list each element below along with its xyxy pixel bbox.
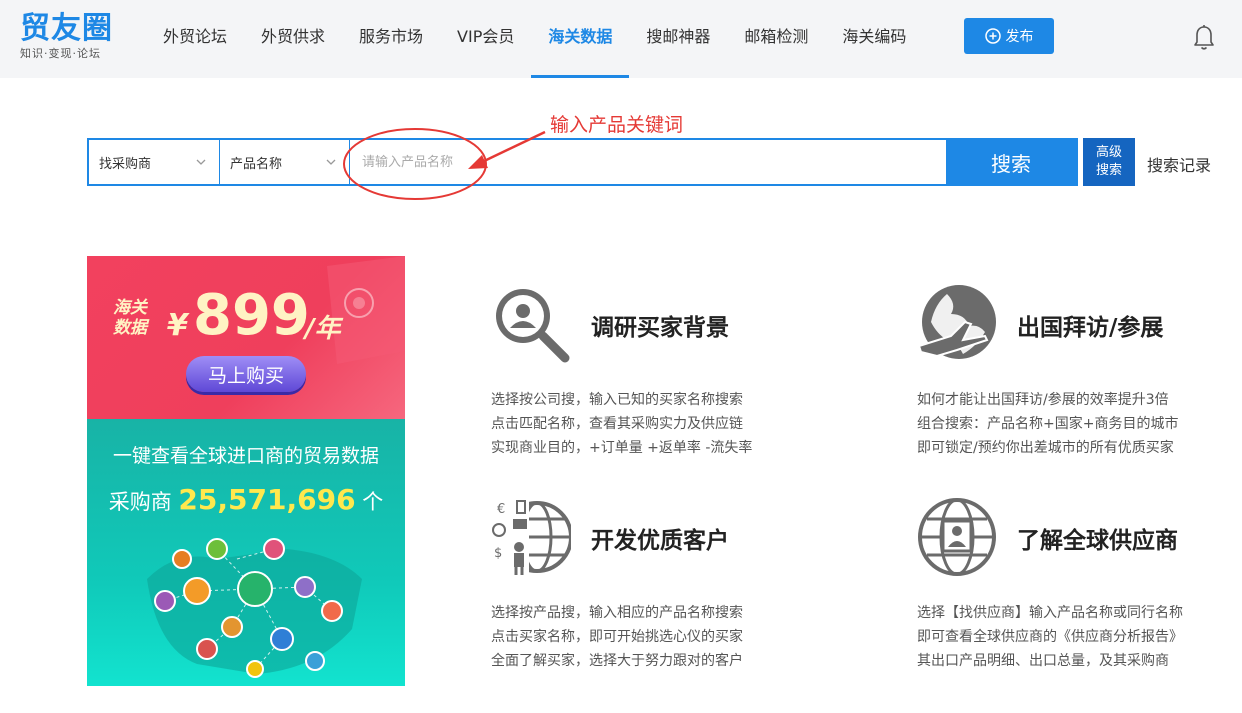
feature-description: 选择按产品搜，输入相应的产品名称搜索 点击买家名称，即可开始挑选心仪的买家 全面… [491, 601, 811, 673]
chevron-down-icon [196, 159, 206, 165]
logo-slogan: 知识·变现·论坛 [20, 47, 101, 60]
publish-label: 发布 [1005, 29, 1034, 45]
buyers-prefix: 采购商 [108, 490, 172, 514]
feature-description: 如何才能让出国拜访/参展的效率提升3倍 组合搜索：产品名称+国家+商务目的城市 … [917, 388, 1237, 460]
site-logo[interactable]: 贸友圈 知识·变现·论坛 [20, 12, 113, 62]
feature-desc-line: 选择按产品搜，输入相应的产品名称搜索 [491, 605, 743, 621]
nav-item-email-checker[interactable]: 邮箱检测 [727, 0, 825, 78]
nav-item-email-finder[interactable]: 搜邮神器 [629, 0, 727, 78]
banner-currency: ¥ [167, 308, 188, 343]
search-field-value: 产品名称 [230, 156, 283, 172]
globe-plane-icon [917, 285, 996, 359]
advanced-label-line1: 高级 [1095, 145, 1122, 160]
banner-stats-section: 一键查看全球进口商的贸易数据 采购商 25,571,696 个 [87, 419, 405, 686]
logo-title: 贸友圈 [20, 11, 113, 46]
feature-title: 开发优质客户 [591, 528, 729, 554]
top-navigation-bar: 贸友圈 知识·变现·论坛 外贸论坛 外贸供求 服务市场 VIP会员 海关数据 搜… [0, 0, 1242, 78]
feature-desc-line: 全面了解买家，选择大于努力跟对的客户 [491, 653, 743, 669]
publish-button[interactable]: 发布 [964, 18, 1054, 54]
nav-item-supply-demand[interactable]: 外贸供求 [244, 0, 342, 78]
feature-title: 调研买家背景 [591, 315, 729, 341]
nav-item-vip[interactable]: VIP会员 [440, 0, 531, 78]
main-nav: 外贸论坛 外贸供求 服务市场 VIP会员 海关数据 搜邮神器 邮箱检测 海关编码 [146, 0, 923, 78]
globe-commerce-icon: € $ [491, 497, 571, 577]
search-field-select[interactable]: 产品名称 [220, 140, 350, 184]
nav-item-forum[interactable]: 外贸论坛 [146, 0, 244, 78]
globe-supplier-icon [918, 498, 996, 576]
feature-desc-line: 点击买家名称，即可开始挑选心仪的买家 [491, 629, 743, 645]
buyers-count-row: 采购商 25,571,696 个 [87, 483, 405, 516]
feature-desc-line: 选择【找供应商】输入产品名称或同行名称 [917, 605, 1183, 621]
buyers-suffix: 个 [362, 490, 384, 514]
feature-desc-line: 如何才能让出国拜访/参展的效率提升3倍 [917, 392, 1169, 408]
social-network-illustration [147, 538, 362, 678]
svg-text:$: $ [494, 546, 502, 561]
svg-text:€: € [497, 502, 505, 517]
search-type-value: 找采购商 [99, 156, 152, 172]
feature-desc-line: 组合搜索：产品名称+国家+商务目的城市 [917, 416, 1179, 432]
plus-circle-icon [984, 28, 1001, 44]
banner-price: 899 [193, 283, 310, 348]
feature-desc-line: 即可查看全球供应商的《供应商分析报告》 [917, 629, 1183, 645]
banner-price-unit: /年 [305, 314, 341, 344]
advanced-search-button[interactable]: 高级 搜索 [1083, 138, 1135, 186]
feature-title: 出国拜访/参展 [1017, 315, 1164, 341]
nav-item-hs-code[interactable]: 海关编码 [825, 0, 923, 78]
feature-desc-line: 即可锁定/预约你出差城市的所有优质买家 [917, 440, 1174, 456]
buy-now-button[interactable]: 马上购买 [186, 356, 306, 392]
search-button[interactable]: 搜索 [946, 140, 1076, 184]
feature-desc-line: 其出口产品明细、出口总量，及其采购商 [917, 653, 1169, 669]
banner-tag: 海关 数据 [113, 298, 147, 338]
feature-desc-line: 点击匹配名称，查看其采购实力及供应链 [491, 416, 743, 432]
banner-tag-line2: 数据 [113, 318, 147, 338]
feature-desc-line: 实现商业目的，+订单量 +返单率 -流失率 [491, 440, 753, 456]
banner-tag-line1: 海关 [113, 298, 147, 318]
nav-item-customs-data[interactable]: 海关数据 [531, 0, 630, 78]
nav-item-service-market[interactable]: 服务市场 [342, 0, 440, 78]
feature-description: 选择按公司搜，输入已知的买家名称搜索 点击匹配名称，查看其采购实力及供应链 实现… [491, 388, 811, 460]
search-history-link[interactable]: 搜索记录 [1147, 152, 1211, 176]
banner-headline: 一键查看全球进口商的贸易数据 [112, 445, 379, 467]
annotation-label: 输入产品关键词 [550, 114, 684, 136]
magnifier-person-icon [496, 289, 570, 363]
promo-banner[interactable]: 海关 数据 ¥ 899 /年 马上购买 一键查看全球进口商的贸易数据 采购商 2… [87, 256, 405, 686]
advanced-label-line2: 搜索 [1095, 163, 1122, 178]
bell-icon[interactable] [1192, 24, 1216, 52]
feature-description: 选择【找供应商】输入产品名称或同行名称 即可查看全球供应商的《供应商分析报告》 … [917, 601, 1237, 673]
buyers-count: 25,571,696 [178, 483, 356, 516]
product-search-input[interactable] [350, 140, 946, 184]
feature-desc-line: 选择按公司搜，输入已知的买家名称搜索 [491, 392, 743, 408]
search-bar: 找采购商 产品名称 搜索 [87, 138, 1078, 186]
feature-title: 了解全球供应商 [1017, 528, 1178, 554]
banner-price-section: 海关 数据 ¥ 899 /年 马上购买 [87, 256, 405, 419]
search-type-select[interactable]: 找采购商 [89, 140, 220, 184]
chevron-down-icon [326, 159, 336, 165]
